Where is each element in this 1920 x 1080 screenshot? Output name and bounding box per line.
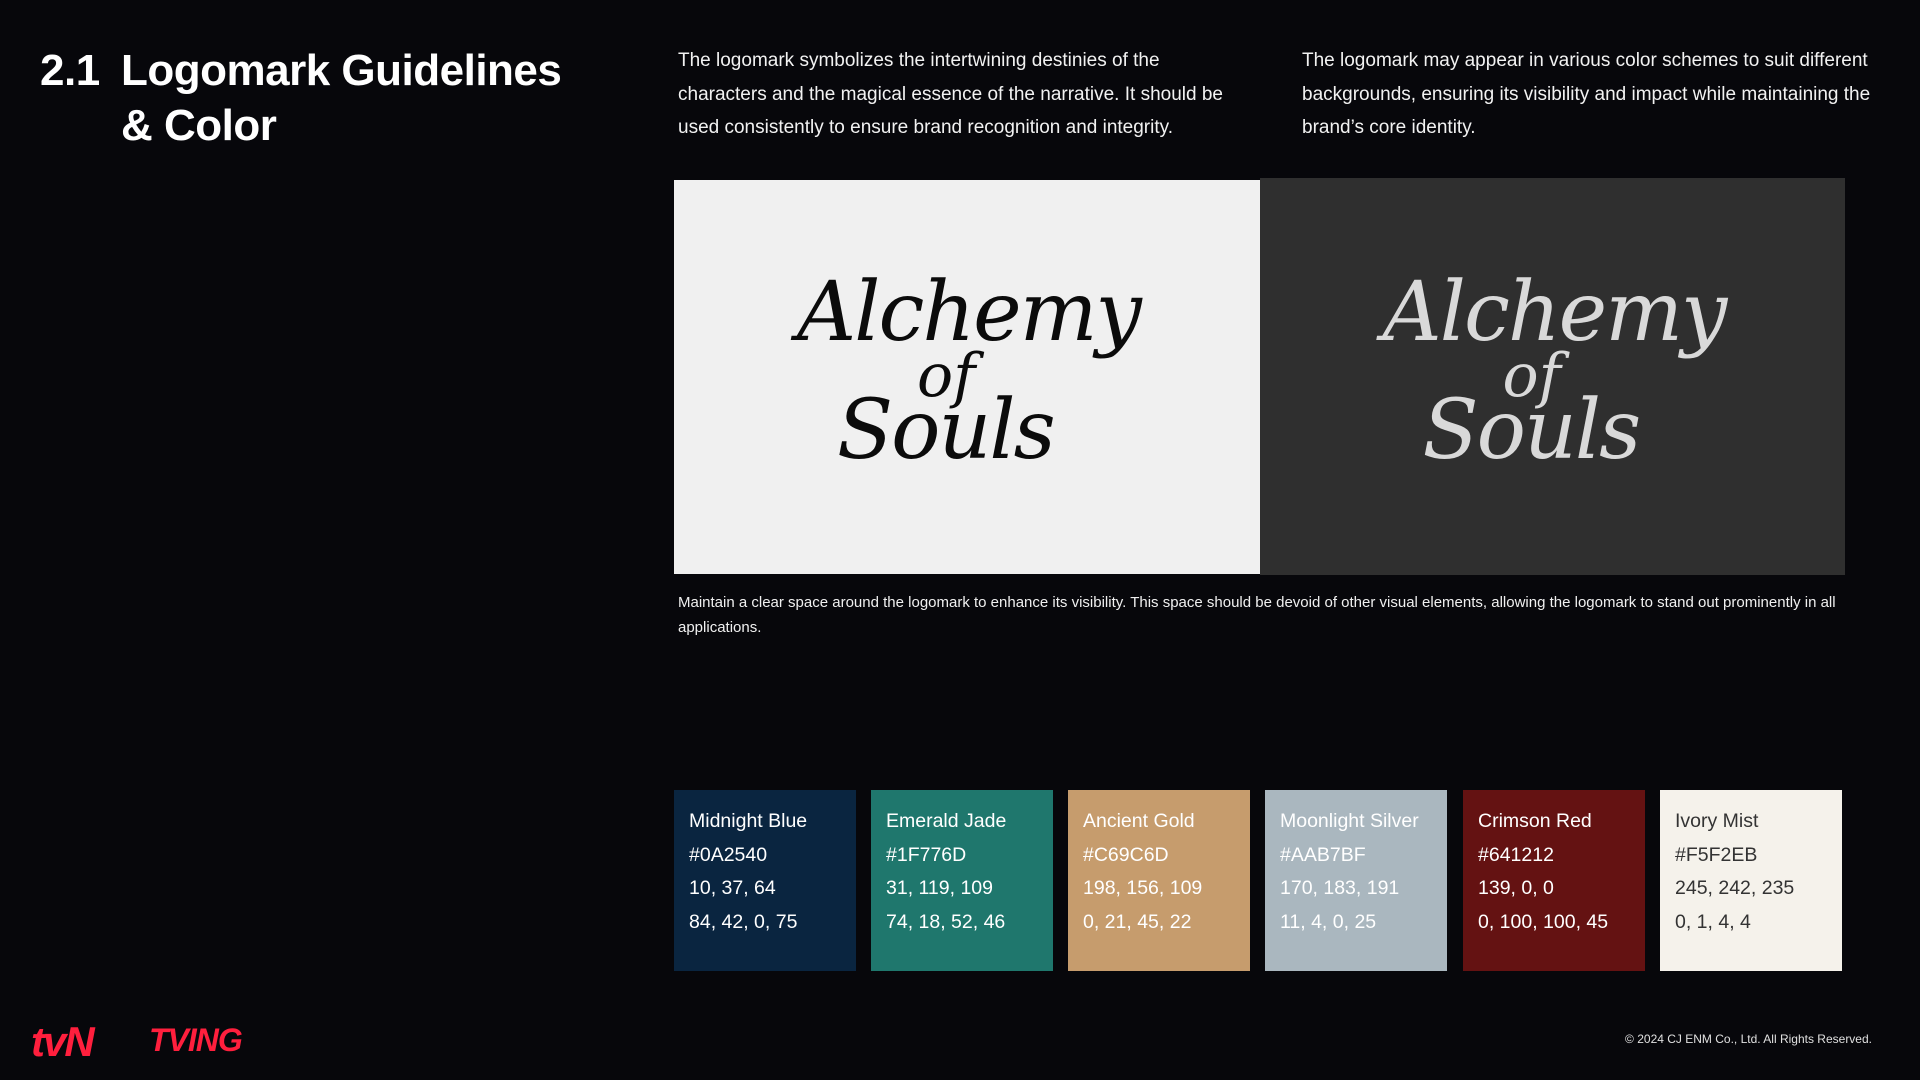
swatch-name: Crimson Red (1478, 810, 1592, 832)
swatch-name: Moonlight Silver (1280, 810, 1419, 832)
logo-panel-light: Alchemy of Souls (674, 180, 1260, 574)
swatch-rgb: 245, 242, 235 (1675, 877, 1795, 899)
intro-text-right: The logomark may appear in various color… (1302, 50, 1871, 138)
logo-word-souls: Souls (1422, 382, 1642, 478)
logo-panel-dark: Alchemy of Souls (1260, 178, 1845, 575)
swatch-cmyk: 11, 4, 0, 25 (1280, 910, 1377, 933)
swatch-rgb: 198, 156, 109 (1083, 877, 1203, 899)
logomark-dark: Alchemy of Souls (797, 272, 1142, 482)
clearspace-note: Maintain a clear space around the logoma… (678, 594, 1836, 636)
swatch-rgb: 10, 37, 64 (689, 877, 776, 899)
swatch-name: Ancient Gold (1083, 810, 1195, 832)
swatch-cmyk: 84, 42, 0, 75 (689, 910, 798, 933)
color-swatch: Midnight Blue #0A2540 10, 37, 64 84, 42,… (674, 790, 856, 971)
swatch-cmyk: 74, 18, 52, 46 (886, 910, 1006, 933)
swatch-cmyk: 0, 100, 100, 45 (1478, 910, 1609, 933)
swatch-cmyk: 0, 21, 45, 22 (1083, 910, 1192, 933)
swatch-hex: #C69C6D (1083, 843, 1169, 866)
color-swatch: Crimson Red #641212 139, 0, 0 0, 100, 10… (1463, 790, 1645, 971)
swatch-rgb: 139, 0, 0 (1478, 877, 1554, 899)
logomark-light: Alchemy of Souls (1383, 271, 1728, 482)
swatch-cmyk: 0, 1, 4, 4 (1675, 910, 1751, 933)
color-swatch: Emerald Jade #1F776D 31, 119, 109 74, 18… (871, 790, 1053, 971)
swatch-hex: #641212 (1478, 843, 1554, 866)
swatch-hex: #1F776D (886, 843, 967, 866)
swatch-name: Ivory Mist (1675, 810, 1759, 832)
color-swatch: Moonlight Silver #AAB7BF 170, 183, 191 1… (1265, 790, 1447, 971)
swatch-name: Emerald Jade (886, 810, 1007, 832)
swatch-hex: #AAB7BF (1280, 843, 1366, 866)
tving-logo: TVING (149, 1022, 243, 1058)
section-number: 2.1 (40, 46, 100, 95)
swatch-rgb: 31, 119, 109 (886, 877, 993, 899)
swatch-hex: #F5F2EB (1675, 843, 1758, 866)
color-swatch: Ivory Mist #F5F2EB 245, 242, 235 0, 1, 4… (1660, 790, 1842, 971)
tvn-logo: tvN (31, 1018, 95, 1065)
page-title: Logomark Guidelines & Color (121, 46, 562, 150)
color-swatch: Ancient Gold #C69C6D 198, 156, 109 0, 21… (1068, 790, 1250, 971)
copyright: © 2024 CJ ENM Co., Ltd. All Rights Reser… (1625, 1032, 1872, 1046)
swatch-hex: #0A2540 (689, 843, 768, 866)
swatch-rgb: 170, 183, 191 (1280, 877, 1400, 899)
logo-word-souls: Souls (837, 383, 1056, 478)
intro-text-left: The logomark symbolizes the intertwining… (678, 50, 1223, 138)
swatch-name: Midnight Blue (689, 810, 808, 832)
